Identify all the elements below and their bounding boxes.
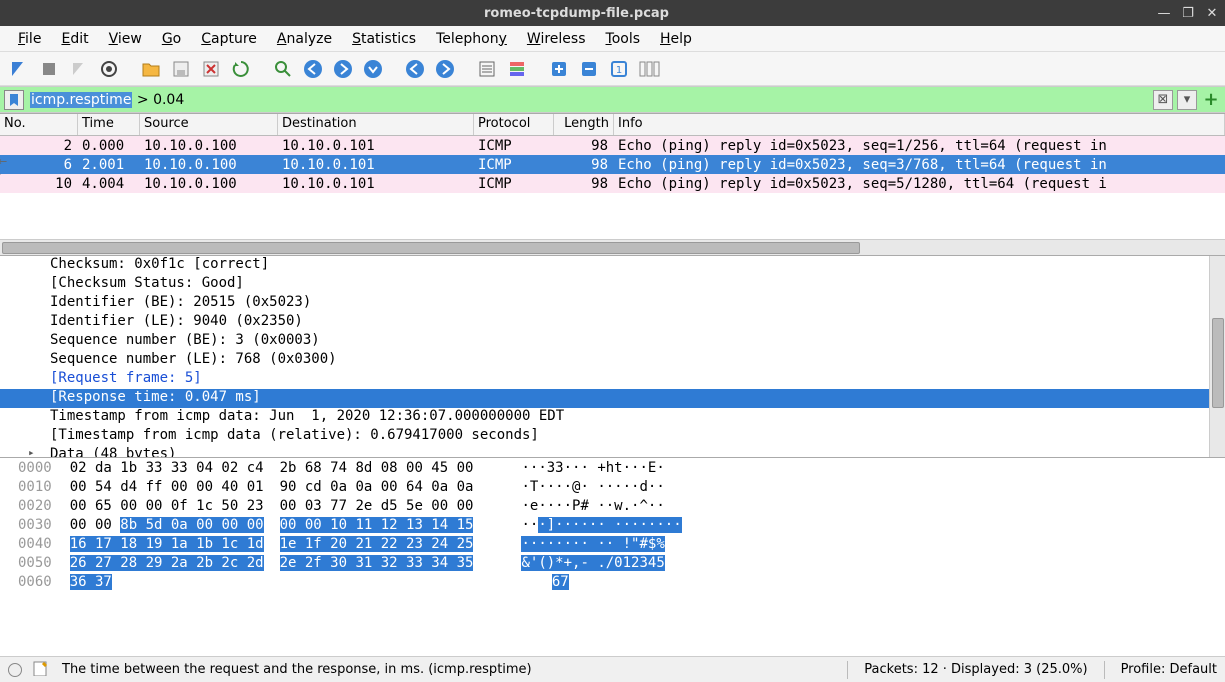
col-header-time[interactable]: Time: [78, 114, 140, 135]
col-header-no[interactable]: No.: [0, 114, 78, 135]
toolbar: 1: [0, 52, 1225, 86]
detail-line-link[interactable]: [Request frame: 5]: [0, 370, 1225, 389]
packet-row[interactable]: 10 4.004 10.10.0.100 10.10.0.101 ICMP 98…: [0, 174, 1225, 193]
col-header-destination[interactable]: Destination: [278, 114, 474, 135]
display-filter-input[interactable]: icmp.resptime > 0.04: [26, 90, 1149, 110]
maximize-button[interactable]: ❐: [1179, 4, 1197, 22]
close-file-button[interactable]: [198, 56, 224, 82]
detail-line[interactable]: Identifier (BE): 20515 (0x5023): [0, 294, 1225, 313]
details-vscrollbar[interactable]: [1209, 256, 1225, 457]
find-button[interactable]: [270, 56, 296, 82]
detail-line[interactable]: Timestamp from icmp data: Jun 1, 2020 12…: [0, 408, 1225, 427]
packet-list-hscrollbar[interactable]: [0, 239, 1225, 255]
menu-view[interactable]: View: [99, 29, 152, 49]
start-capture-button[interactable]: [6, 56, 32, 82]
stop-capture-button[interactable]: [36, 56, 62, 82]
first-packet-button[interactable]: [402, 56, 428, 82]
statusbar-message: The time between the request and the res…: [58, 662, 831, 677]
reload-button[interactable]: [228, 56, 254, 82]
menu-analyze[interactable]: Analyze: [267, 29, 342, 49]
menu-capture[interactable]: Capture: [191, 29, 267, 49]
svg-text:1: 1: [616, 65, 622, 76]
save-file-button[interactable]: [168, 56, 194, 82]
open-file-button[interactable]: [138, 56, 164, 82]
prev-packet-button[interactable]: [300, 56, 326, 82]
menu-wireless[interactable]: Wireless: [517, 29, 596, 49]
filter-clear-button[interactable]: ⊠: [1153, 90, 1173, 110]
packet-list-pane: No. Time Source Destination Protocol Len…: [0, 113, 1225, 256]
restart-capture-button[interactable]: [66, 56, 92, 82]
packet-row[interactable]: 2 0.000 10.10.0.100 10.10.0.101 ICMP 98 …: [0, 136, 1225, 155]
chevron-right-icon[interactable]: ▸: [28, 446, 35, 458]
hex-row[interactable]: 000002 da 1b 33 33 04 02 c42b 68 74 8d 0…: [18, 460, 1219, 479]
menu-help[interactable]: Help: [650, 29, 702, 49]
packet-list-body[interactable]: 2 0.000 10.10.0.100 10.10.0.101 ICMP 98 …: [0, 136, 1225, 193]
zoom-reset-button[interactable]: 1: [606, 56, 632, 82]
hex-row[interactable]: 004016 17 18 19 1a 1b 1c 1d1e 1f 20 21 2…: [18, 536, 1219, 555]
hex-row[interactable]: 005026 27 28 29 2a 2b 2c 2d2e 2f 30 31 3…: [18, 555, 1219, 574]
detail-line[interactable]: Identifier (LE): 9040 (0x2350): [0, 313, 1225, 332]
packet-details-pane[interactable]: Checksum: 0x0f1c [correct] [Checksum Sta…: [0, 256, 1225, 458]
col-header-info[interactable]: Info: [614, 114, 1225, 135]
filter-dropdown-button[interactable]: ▾: [1177, 90, 1197, 110]
detail-line[interactable]: Sequence number (BE): 3 (0x0003): [0, 332, 1225, 351]
menu-file[interactable]: File: [8, 29, 51, 49]
menubar: File Edit View Go Capture Analyze Statis…: [0, 26, 1225, 52]
detail-line[interactable]: Sequence number (LE): 768 (0x0300): [0, 351, 1225, 370]
window-title: romeo-tcpdump-file.pcap: [4, 6, 1149, 21]
filter-rest-text: > 0.04: [132, 92, 184, 108]
related-packet-arrow-icon: ← ·: [0, 155, 14, 181]
display-filter-bar: icmp.resptime > 0.04 ⊠ ▾ +: [0, 86, 1225, 113]
zoom-out-button[interactable]: [576, 56, 602, 82]
detail-line[interactable]: [Checksum Status: Good]: [0, 275, 1225, 294]
hex-row[interactable]: 001000 54 d4 ff 00 00 40 0190 cd 0a 0a 0…: [18, 479, 1219, 498]
last-packet-button[interactable]: [432, 56, 458, 82]
filter-add-button[interactable]: +: [1201, 90, 1221, 110]
detail-line-selected[interactable]: [Response time: 0.047 ms]: [0, 389, 1225, 408]
hex-row[interactable]: 003000 00 8b 5d 0a 00 00 0000 00 10 11 1…: [18, 517, 1219, 536]
menu-edit[interactable]: Edit: [51, 29, 98, 49]
statusbar-packets: Packets: 12 · Displayed: 3 (25.0%): [864, 662, 1087, 677]
col-header-length[interactable]: Length: [554, 114, 614, 135]
col-header-source[interactable]: Source: [140, 114, 278, 135]
goto-packet-button[interactable]: [360, 56, 386, 82]
filter-bookmark-button[interactable]: [4, 90, 24, 110]
detail-line[interactable]: [Timestamp from icmp data (relative): 0.…: [0, 427, 1225, 446]
minimize-button[interactable]: —: [1155, 4, 1173, 22]
detail-line-expandable[interactable]: ▸Data (48 bytes): [0, 446, 1225, 458]
expert-info-icon[interactable]: [8, 663, 22, 677]
capture-options-button[interactable]: [96, 56, 122, 82]
hex-row[interactable]: 006036 3767: [18, 574, 1219, 593]
packet-list-header[interactable]: No. Time Source Destination Protocol Len…: [0, 114, 1225, 136]
titlebar: romeo-tcpdump-file.pcap — ❐ ✕: [0, 0, 1225, 26]
next-packet-button[interactable]: [330, 56, 356, 82]
detail-line[interactable]: Checksum: 0x0f1c [correct]: [0, 256, 1225, 275]
menu-tools[interactable]: Tools: [596, 29, 651, 49]
colorize-button[interactable]: [504, 56, 530, 82]
menu-statistics[interactable]: Statistics: [342, 29, 426, 49]
hex-row[interactable]: 002000 65 00 00 0f 1c 50 2300 03 77 2e d…: [18, 498, 1219, 517]
edit-capture-comment-icon[interactable]: [32, 660, 48, 680]
col-header-protocol[interactable]: Protocol: [474, 114, 554, 135]
statusbar-profile[interactable]: Profile: Default: [1121, 662, 1217, 677]
statusbar: The time between the request and the res…: [0, 656, 1225, 682]
close-button[interactable]: ✕: [1203, 4, 1221, 22]
autoscroll-button[interactable]: [474, 56, 500, 82]
zoom-in-button[interactable]: [546, 56, 572, 82]
resize-columns-button[interactable]: [636, 56, 662, 82]
menu-go[interactable]: Go: [152, 29, 191, 49]
packet-bytes-pane[interactable]: 000002 da 1b 33 33 04 02 c42b 68 74 8d 0…: [0, 458, 1225, 656]
filter-selected-text: icmp.resptime: [30, 92, 132, 108]
packet-row-selected[interactable]: 6 2.001 10.10.0.100 10.10.0.101 ICMP 98 …: [0, 155, 1225, 174]
menu-telephony[interactable]: Telephony: [426, 29, 517, 49]
